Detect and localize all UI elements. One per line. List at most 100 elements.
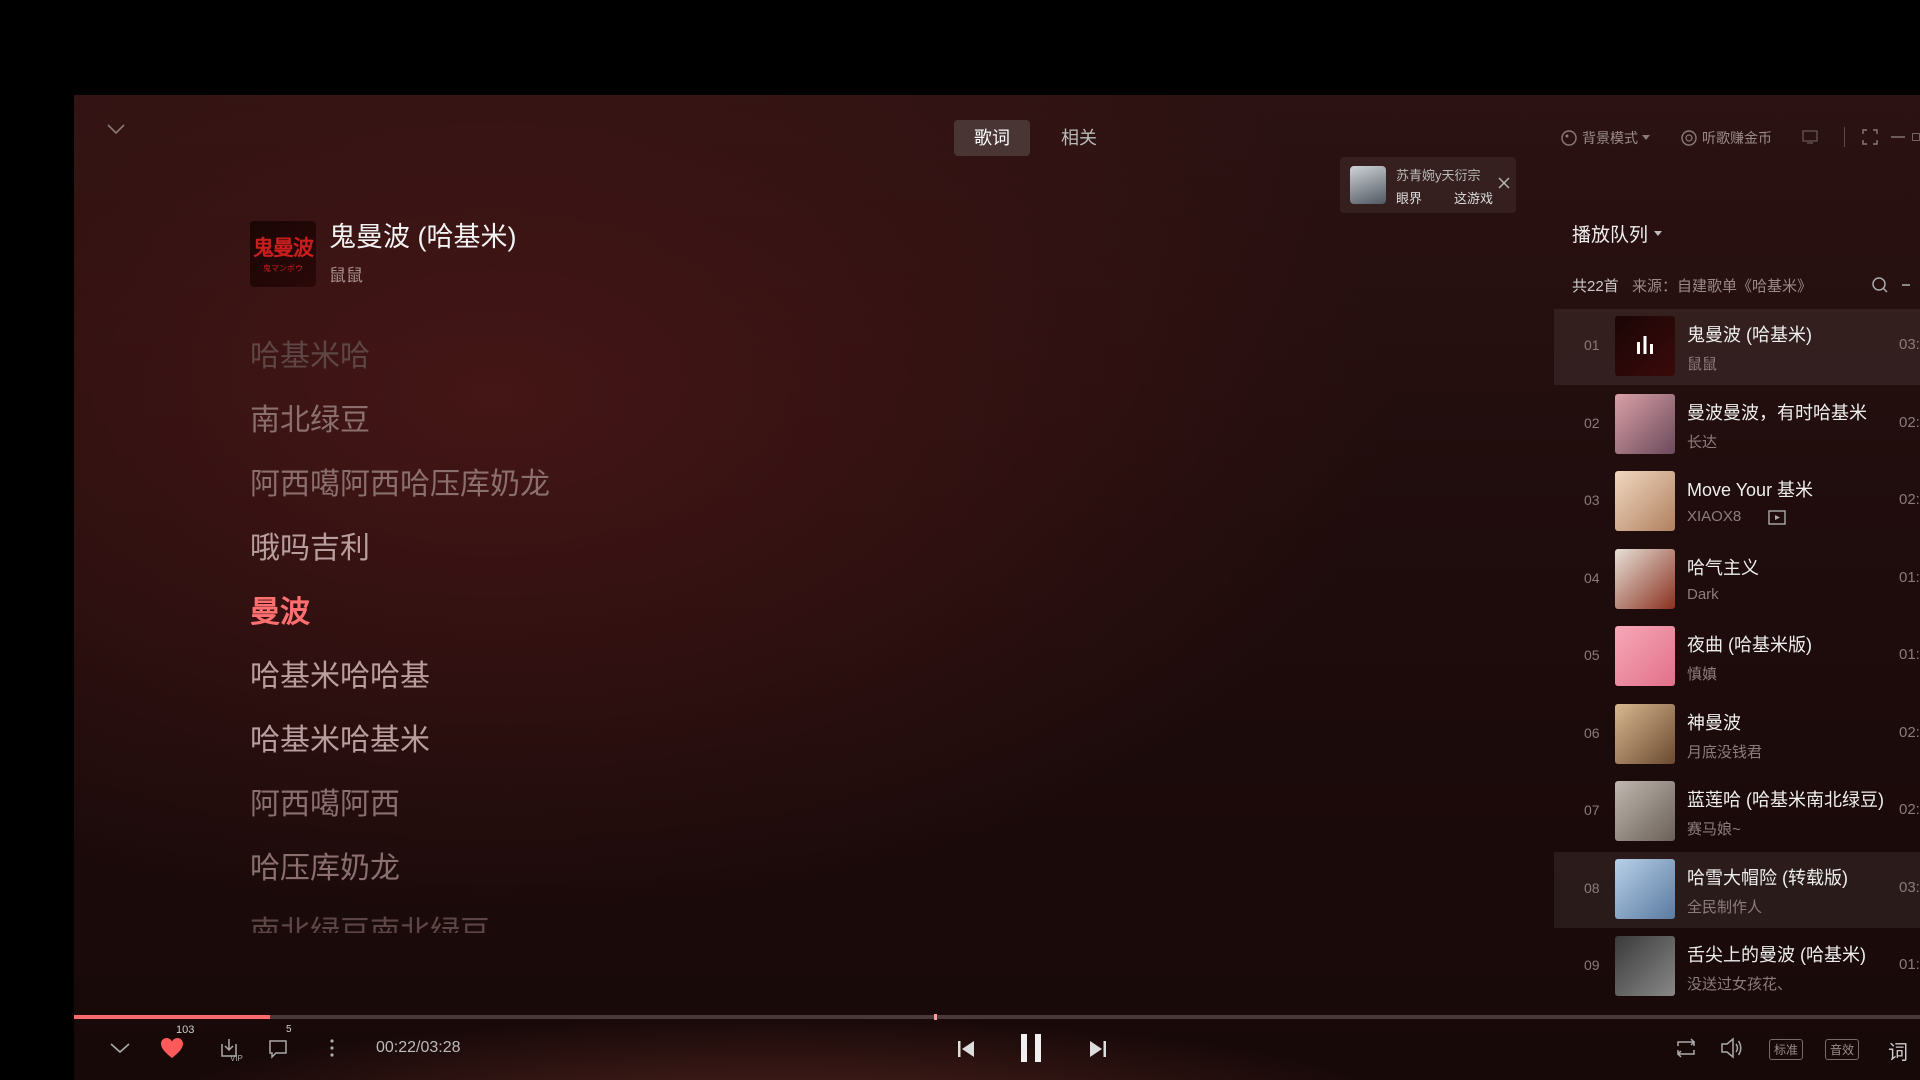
queue-item-title: 曼波曼波，有时哈基米: [1687, 402, 1867, 423]
queue-title: 播放队列: [1572, 225, 1649, 246]
lyric-line[interactable]: 南北绿豆南北绿豆: [250, 907, 490, 933]
queue-item-number: 03: [1584, 492, 1600, 508]
queue-item-number: 09: [1584, 957, 1600, 973]
queue-header[interactable]: 播放队列: [1572, 220, 1663, 247]
queue-item-cover: [1615, 858, 1675, 919]
now-playing-title: 鬼曼波 (哈基米): [329, 222, 517, 252]
queue-item-cover: [1615, 703, 1675, 764]
pause-icon[interactable]: [1014, 1031, 1048, 1065]
queue-item-duration: 01:: [1899, 646, 1920, 663]
lyrics-panel: 哈基米哈 南北绿豆 阿西噶阿西哈压库奶龙 哦吗吉利 曼波 哈基米哈哈基 哈基米哈…: [74, 305, 774, 1009]
collapse-chevron-icon[interactable]: [108, 1036, 132, 1060]
queue-item-duration: 03:: [1899, 336, 1920, 353]
queue-source[interactable]: 来源：自建歌单《哈基米》: [1632, 275, 1812, 296]
queue-item-number: 07: [1584, 802, 1600, 818]
queue-item-cover: [1615, 936, 1675, 996]
now-playing-bars-icon: [1635, 334, 1655, 359]
queue-item-duration: 02:: [1899, 723, 1920, 741]
next-track-icon[interactable]: [1084, 1035, 1112, 1063]
queue-item-cover: [1615, 626, 1675, 686]
notification-title: 苏青婉y天衍宗: [1396, 168, 1481, 183]
comment-icon[interactable]: [266, 1035, 292, 1061]
queue-item-cover: [1615, 471, 1675, 531]
lyric-line[interactable]: 哦吗吉利: [250, 523, 370, 567]
lyric-line[interactable]: 南北绿豆: [250, 395, 370, 439]
now-playing-cover: 鬼曼波 鬼マンボウ: [250, 221, 316, 287]
queue-item-artist[interactable]: 赛马娘~: [1687, 818, 1741, 839]
queue-item-number: 01: [1584, 337, 1600, 353]
sound-effects-button[interactable]: 音效: [1825, 1039, 1860, 1060]
previous-track-icon[interactable]: [952, 1035, 980, 1063]
queue-item-cover: [1615, 393, 1675, 454]
quality-button[interactable]: 标准: [1769, 1039, 1804, 1060]
volume-icon[interactable]: [1718, 1035, 1746, 1061]
collapse-chevron-icon[interactable]: [104, 117, 128, 141]
queue-item[interactable]: 01 鬼曼波 (哈基米) 鼠鼠 03:: [1554, 309, 1920, 385]
queue-item-number: 04: [1584, 569, 1600, 586]
more-options-icon[interactable]: [324, 1035, 340, 1061]
queue-item[interactable]: 04 哈气主义 Dark 01:: [1554, 542, 1920, 618]
player-controls: 103 VIP 5 00:22/03:28 标准 音效 词: [74, 1019, 1920, 1080]
lyric-line[interactable]: 哈基米哈基米: [250, 715, 430, 759]
tab-related[interactable]: 相关: [1044, 120, 1114, 156]
queue-item[interactable]: 05 夜曲 (哈基米版) 慎嫃 01:: [1554, 619, 1920, 695]
notification-avatar: [1350, 166, 1386, 204]
queue-item-number: 05: [1584, 647, 1600, 663]
lyric-line[interactable]: 阿西噶阿西哈压库奶龙: [250, 459, 550, 503]
queue-item-duration: 02:: [1899, 413, 1920, 431]
mv-badge-icon[interactable]: [1768, 508, 1786, 531]
tab-lyrics[interactable]: 歌词: [954, 120, 1030, 156]
queue-item-artist[interactable]: 月底没钱君: [1687, 741, 1762, 762]
queue-item-artist[interactable]: 长达: [1687, 431, 1717, 452]
vip-label: VIP: [230, 1054, 243, 1063]
player-window: 歌词 相关 苏青婉y天衍宗 眼界 这游戏 背景模式 听歌赚金币 鬼曼波 鬼マンボ…: [74, 95, 1920, 1080]
queue-item-title: 神曼波: [1687, 712, 1741, 733]
queue-item-artist[interactable]: 鼠鼠: [1687, 353, 1717, 374]
lyric-line[interactable]: 阿西噶阿西: [250, 779, 400, 823]
queue-item-title: Move Your 基米: [1687, 480, 1814, 500]
queue-item-title: 哈雪大帽险 (转载版): [1687, 867, 1848, 888]
lyric-line[interactable]: 哈基米哈哈基: [250, 651, 430, 695]
queue-more-icon[interactable]: [1902, 284, 1910, 286]
queue-item[interactable]: 09 舌尖上的曼波 (哈基米) 没送过女孩花、 01:: [1554, 929, 1920, 1005]
queue-item-number: 02: [1584, 414, 1600, 431]
queue-item[interactable]: 06 神曼波月底没钱君 02:: [1554, 697, 1920, 773]
queue-item-artist[interactable]: 没送过女孩花、: [1687, 973, 1792, 994]
queue-item-number: 06: [1584, 724, 1600, 741]
caret-down-icon: [1654, 230, 1663, 237]
search-icon[interactable]: [1870, 275, 1890, 295]
notification-card[interactable]: 苏青婉y天衍宗 眼界 这游戏: [1340, 157, 1516, 213]
lyric-line[interactable]: 哈压库奶龙: [250, 843, 400, 887]
lyric-line-active[interactable]: 曼波: [250, 587, 310, 631]
cover-title-text: 鬼曼波: [253, 237, 314, 260]
queue-item-artist[interactable]: XIAOX8: [1687, 508, 1741, 525]
queue-item[interactable]: 03 Move Your 基米 XIAOX8 02:: [1554, 464, 1920, 540]
queue-item-artist[interactable]: 全民制作人: [1687, 896, 1762, 917]
queue-item-artist[interactable]: 慎嫃: [1687, 663, 1717, 684]
queue-item-duration: 02:: [1899, 491, 1920, 508]
repeat-icon[interactable]: [1672, 1035, 1700, 1061]
queue-list: 01 鬼曼波 (哈基米) 鼠鼠 03: 02 曼波曼波，有时哈基米 长达 02: 03 Move …: [1554, 309, 1920, 1013]
queue-item-duration: 01:: [1899, 568, 1920, 586]
playback-time: 00:22/03:28: [376, 1039, 461, 1056]
now-playing-artist[interactable]: 鼠鼠: [329, 261, 363, 286]
like-heart-icon[interactable]: [158, 1035, 186, 1061]
play-queue-panel: 播放队列 共22首 来源：自建歌单《哈基米》 01 鬼曼波 (哈基米) 鼠鼠 03: 0…: [1554, 95, 1920, 1015]
notification-tag-2: 这游戏: [1454, 191, 1494, 206]
queue-count: 共22首: [1572, 278, 1619, 295]
queue-item-cover: [1615, 548, 1675, 609]
queue-item[interactable]: 02 曼波曼波，有时哈基米 长达 02:: [1554, 387, 1920, 463]
lyric-line[interactable]: 哈基米哈: [250, 331, 370, 375]
queue-item-artist[interactable]: Dark: [1687, 586, 1719, 603]
queue-item-title: 蓝莲哈 (哈基米南北绿豆): [1687, 790, 1884, 810]
queue-item-title: 夜曲 (哈基米版): [1687, 635, 1812, 655]
queue-item-number: 08: [1584, 879, 1600, 896]
notification-tag-1: 眼界: [1396, 191, 1423, 206]
desktop-lyrics-button[interactable]: 词: [1888, 1036, 1908, 1065]
queue-item[interactable]: 07 蓝莲哈 (哈基米南北绿豆) 赛马娘~ 02:: [1554, 774, 1920, 850]
queue-item[interactable]: 08 哈雪大帽险 (转载版) 全民制作人 03:: [1554, 851, 1920, 928]
close-icon[interactable]: [1496, 175, 1512, 191]
comment-count: 5: [286, 1024, 292, 1035]
queue-item-title: 哈气主义: [1687, 557, 1759, 578]
queue-item-cover: [1615, 781, 1675, 841]
